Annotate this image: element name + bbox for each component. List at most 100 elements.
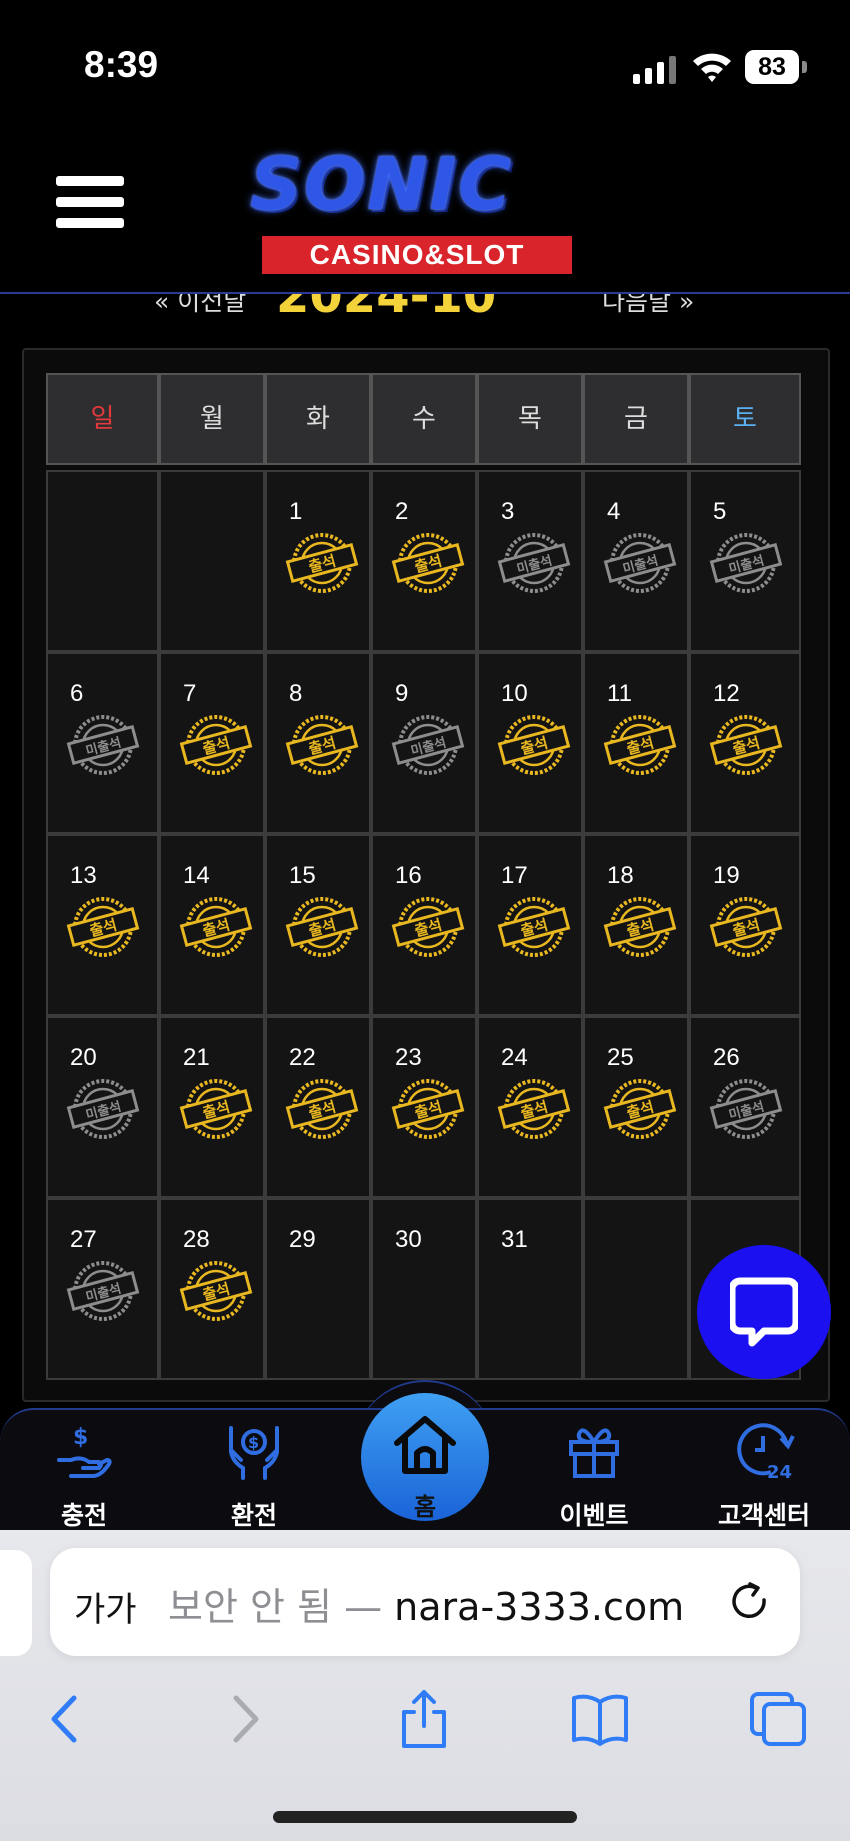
hamburger-menu-icon[interactable]: [56, 172, 124, 232]
previous-tab-peek[interactable]: [0, 1550, 32, 1656]
calendar-day-cell: 20 미출석: [46, 1016, 159, 1198]
forward-icon[interactable]: [214, 1690, 274, 1748]
share-icon[interactable]: [394, 1690, 454, 1748]
day-number: 4: [607, 498, 621, 525]
day-number: 25: [607, 1044, 634, 1071]
nav-home-button[interactable]: 홈: [361, 1393, 489, 1521]
attended-stamp-icon: 출석: [497, 715, 571, 775]
calendar-day-cell: 14 출석: [159, 834, 265, 1016]
calendar-day-cell: 6 미출석: [46, 652, 159, 834]
day-number: 16: [395, 862, 422, 889]
support-24h-icon: 24: [737, 1423, 795, 1482]
nav-deposit-label: 충전: [60, 1501, 107, 1530]
calendar-day-cell: [46, 470, 159, 652]
weekday-header: 금: [583, 373, 689, 465]
reload-icon[interactable]: [728, 1580, 772, 1624]
day-number: 29: [289, 1226, 316, 1253]
missed-stamp-icon: 미출석: [497, 533, 571, 593]
cellular-signal-icon: [633, 56, 676, 84]
withdraw-hands-icon: $: [229, 1426, 279, 1480]
day-number: 14: [183, 862, 210, 889]
reader-text-size-button[interactable]: 가가: [74, 1582, 137, 1631]
missed-stamp-icon: 미출석: [603, 533, 677, 593]
calendar-day-cell: 4 미출석: [583, 470, 689, 652]
live-chat-button[interactable]: [697, 1245, 831, 1379]
calendar-day-cell: 12 출석: [689, 652, 801, 834]
calendar-day-cell: 7 출석: [159, 652, 265, 834]
calendar-day-cell: 11 출석: [583, 652, 689, 834]
weekday-header: 목: [477, 373, 583, 465]
weekday-header: 화: [265, 373, 371, 465]
calendar-day-cell: 9 미출석: [371, 652, 477, 834]
day-number: 15: [289, 862, 316, 889]
logo-main-text: SONIC: [250, 142, 513, 226]
missed-stamp-icon: 미출석: [66, 1261, 140, 1321]
attended-stamp-icon: 출석: [179, 1261, 253, 1321]
calendar-day-cell: 22 출석: [265, 1016, 371, 1198]
nav-support-label: 고객센터: [717, 1501, 810, 1530]
day-number: 8: [289, 680, 303, 707]
day-number: 2: [395, 498, 409, 525]
day-number: 6: [70, 680, 84, 707]
insecure-label: 보안 안 됨 —: [168, 1585, 395, 1629]
gift-icon: [569, 1428, 619, 1478]
nav-event[interactable]: 이벤트: [534, 1420, 654, 1532]
logo-sub-text: CASINO&SLOT: [262, 236, 572, 274]
weekday-header: 일: [46, 373, 159, 465]
calendar-day-cell: 31: [477, 1198, 583, 1380]
calendar-day-cell: 27 미출석: [46, 1198, 159, 1380]
svg-text:$: $: [73, 1425, 88, 1450]
calendar-day-cell: 18 출석: [583, 834, 689, 1016]
calendar-day-cell: 19 출석: [689, 834, 801, 1016]
attended-stamp-icon: 출석: [603, 897, 677, 957]
missed-stamp-icon: 미출석: [391, 715, 465, 775]
calendar-day-cell: 5 미출석: [689, 470, 801, 652]
back-icon[interactable]: [36, 1690, 96, 1748]
day-number: 17: [501, 862, 528, 889]
day-number: 23: [395, 1044, 422, 1071]
nav-deposit[interactable]: $ 충전: [24, 1420, 144, 1532]
attended-stamp-icon: 출석: [497, 897, 571, 957]
nav-withdraw-label: 환전: [230, 1501, 277, 1530]
status-bar: 8:39 83: [0, 0, 850, 130]
calendar-day-cell: 8 출석: [265, 652, 371, 834]
attended-stamp-icon: 출석: [391, 897, 465, 957]
day-number: 19: [713, 862, 740, 889]
nav-withdraw[interactable]: $ 환전: [194, 1420, 314, 1532]
address-bar[interactable]: 가가 보안 안 됨 — nara-3333.com: [50, 1548, 800, 1656]
calendar-day-cell: 21 출석: [159, 1016, 265, 1198]
weekday-header: 토: [689, 373, 801, 465]
nav-support[interactable]: 24 고객센터: [704, 1420, 824, 1532]
calendar-day-cell: 15 출석: [265, 834, 371, 1016]
day-number: 21: [183, 1044, 210, 1071]
svg-text:24: 24: [767, 1462, 792, 1482]
bookmarks-icon[interactable]: [570, 1690, 630, 1748]
attended-stamp-icon: 출석: [285, 897, 359, 957]
missed-stamp-icon: 미출석: [66, 1079, 140, 1139]
day-number: 20: [70, 1044, 97, 1071]
attended-stamp-icon: 출석: [603, 1079, 677, 1139]
day-number: 31: [501, 1226, 528, 1253]
day-number: 26: [713, 1044, 740, 1071]
day-number: 9: [395, 680, 409, 707]
day-number: 13: [70, 862, 97, 889]
calendar-day-cell: 24 출석: [477, 1016, 583, 1198]
site-logo[interactable]: SONIC CASINO&SLOT: [220, 140, 610, 280]
url-text[interactable]: 보안 안 됨 — nara-3333.com: [168, 1576, 684, 1631]
calendar-day-cell: 23 출석: [371, 1016, 477, 1198]
calendar-day-cell: 10 출석: [477, 652, 583, 834]
attended-stamp-icon: 출석: [497, 1079, 571, 1139]
missed-stamp-icon: 미출석: [709, 1079, 783, 1139]
calendar-day-cell: 2 출석: [371, 470, 477, 652]
day-number: 27: [70, 1226, 97, 1253]
calendar-day-cell: 26 미출석: [689, 1016, 801, 1198]
day-number: 11: [607, 680, 632, 707]
calendar-day-cell: 25 출석: [583, 1016, 689, 1198]
day-number: 30: [395, 1226, 422, 1253]
deposit-hand-coin-icon: $: [57, 1425, 112, 1478]
day-number: 3: [501, 498, 515, 525]
nav-home-label: 홈: [413, 1493, 437, 1521]
status-time: 8:39: [84, 44, 159, 85]
day-number: 12: [713, 680, 740, 707]
tabs-icon[interactable]: [748, 1690, 808, 1748]
